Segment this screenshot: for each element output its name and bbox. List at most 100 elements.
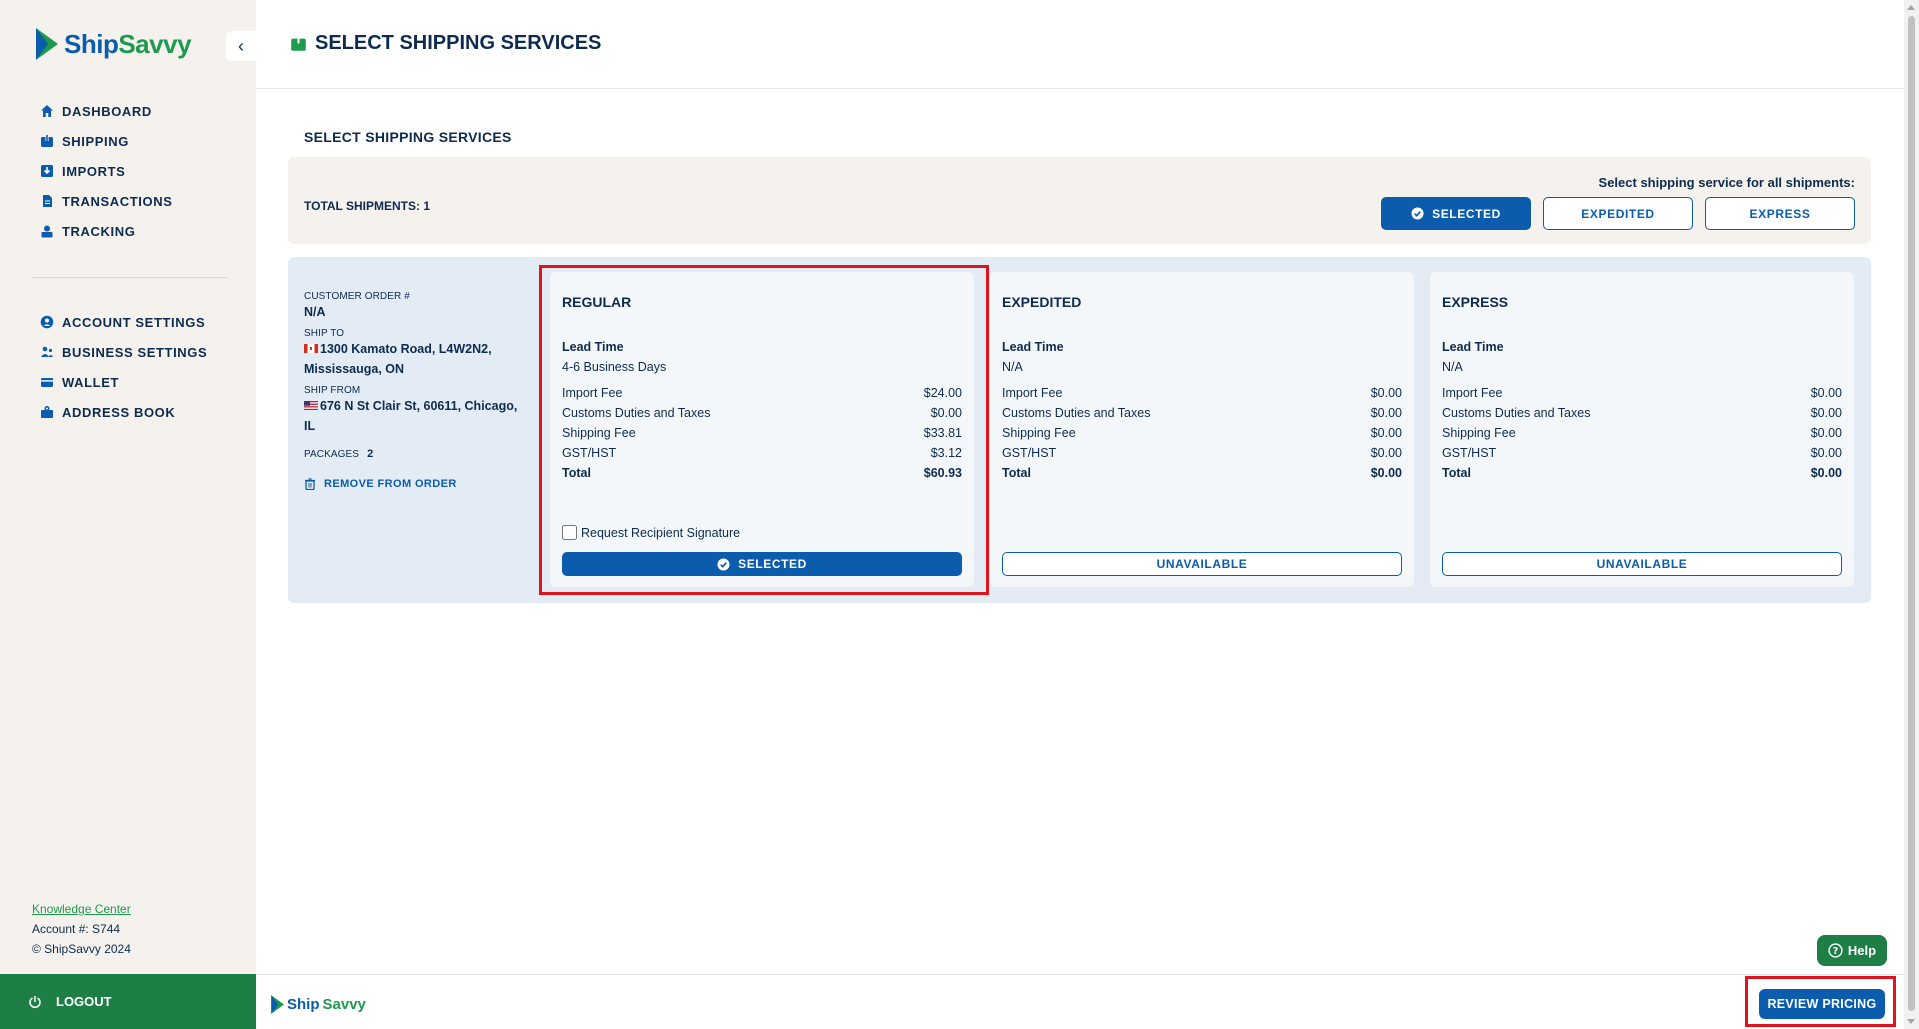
nav-label: ACCOUNT SETTINGS	[62, 314, 206, 330]
logout-button[interactable]: LOGOUT	[0, 974, 256, 1029]
fee-row: GST/HST $0.00	[1002, 446, 1402, 460]
nav-label: TRANSACTIONS	[62, 193, 173, 209]
select-all-express-button[interactable]: EXPRESS	[1705, 197, 1855, 230]
logo-mark-icon	[271, 995, 284, 1014]
logo-text: ShipSavvy	[64, 28, 192, 59]
expedited-unavailable-button[interactable]: UNAVAILABLE	[1002, 552, 1402, 576]
package-icon	[40, 134, 54, 148]
scrollbar[interactable]	[1904, 0, 1919, 1029]
nav-item-tracking[interactable]: TRACKING	[40, 216, 172, 246]
ship-to-label: SHIP TO	[304, 328, 345, 339]
nav-item-dashboard[interactable]: DASHBOARD	[40, 96, 172, 126]
nav-divider	[32, 277, 227, 278]
nav-label: IMPORTS	[62, 163, 126, 179]
nav-label: DASHBOARD	[62, 103, 152, 119]
nav-label: TRACKING	[62, 223, 136, 239]
copyright: © ShipSavvy 2024	[32, 942, 131, 956]
users-icon	[40, 345, 54, 359]
fee-total-row: Total $0.00	[1002, 466, 1402, 480]
packages-value: 2	[367, 448, 374, 460]
express-unavailable-button[interactable]: UNAVAILABLE	[1442, 552, 1842, 576]
select-all-expedited-button[interactable]: EXPEDITED	[1543, 197, 1693, 230]
service-name: EXPEDITED	[1002, 294, 1082, 310]
help-button[interactable]: ? Help	[1817, 935, 1887, 966]
scroll-down-arrow-icon[interactable]	[1907, 1019, 1915, 1024]
nav-item-account-settings[interactable]: ACCOUNT SETTINGS	[40, 307, 207, 337]
fee-row: Import Fee $0.00	[1442, 386, 1842, 400]
nav-label: SHIPPING	[62, 133, 129, 149]
nav-item-address-book[interactable]: ADDRESS BOOK	[40, 397, 207, 427]
sidebar: ShipSavvy ‹ DASHBOARD SHIPPING IMPORTS T…	[0, 0, 256, 1029]
order-info: CUSTOMER ORDER # N/A SHIP TO 1300 Kamato…	[304, 285, 526, 490]
nav-item-wallet[interactable]: WALLET	[40, 367, 207, 397]
nav-item-imports[interactable]: IMPORTS	[40, 156, 172, 186]
trash-icon	[305, 478, 315, 490]
shipsavvy-logo[interactable]: ShipSavvy	[34, 28, 192, 60]
lead-time-value: N/A	[1002, 360, 1023, 374]
lead-time-label: Lead Time	[562, 340, 624, 354]
collapse-sidebar-button[interactable]: ‹	[226, 31, 256, 61]
recipient-signature-checkbox[interactable]	[562, 525, 577, 540]
section-title: SELECT SHIPPING SERVICES	[304, 129, 512, 145]
nav-label: BUSINESS SETTINGS	[62, 344, 208, 360]
fee-total-row: Total $60.93	[562, 466, 962, 480]
logout-icon	[29, 995, 41, 1008]
page-header: SELECT SHIPPING SERVICES	[256, 0, 1904, 89]
fee-list: Import Fee $0.00 Customs Duties and Taxes…	[1442, 383, 1842, 483]
recipient-signature-option[interactable]: Request Recipient Signature	[562, 525, 740, 540]
nav-item-shipping[interactable]: SHIPPING	[40, 126, 172, 156]
button-label: EXPRESS	[1749, 206, 1811, 221]
tracking-icon	[40, 224, 54, 238]
nav-item-business-settings[interactable]: BUSINESS SETTINGS	[40, 337, 207, 367]
settings-nav: ACCOUNT SETTINGS BUSINESS SETTINGS WALLE…	[40, 307, 207, 427]
customer-order-value: N/A	[304, 305, 326, 319]
lead-time-value: N/A	[1442, 360, 1463, 374]
fee-list: Import Fee $24.00 Customs Duties and Taxe…	[562, 383, 962, 483]
select-all-buttons: SELECTED EXPEDITED EXPRESS	[1381, 197, 1855, 230]
us-flag-icon	[304, 401, 318, 410]
button-label: UNAVAILABLE	[1596, 557, 1688, 571]
home-icon	[40, 104, 54, 118]
select-all-selected-button[interactable]: SELECTED	[1381, 197, 1531, 230]
lead-time-label: Lead Time	[1442, 340, 1504, 354]
chevron-left-icon: ‹	[238, 35, 244, 56]
remove-from-order-button[interactable]: REMOVE FROM ORDER	[304, 478, 526, 490]
page-title-text: SELECT SHIPPING SERVICES	[315, 32, 602, 54]
ship-to-value: 1300 Kamato Road, L4W2N2, Mississauga, O…	[304, 342, 492, 376]
svg-text:?: ?	[1833, 946, 1839, 957]
service-name: EXPRESS	[1442, 294, 1509, 310]
document-icon	[40, 194, 54, 208]
shipment-panel: CUSTOMER ORDER # N/A SHIP TO 1300 Kamato…	[288, 257, 1871, 603]
check-circle-icon	[1411, 207, 1424, 220]
fee-row: Customs Duties and Taxes $0.00	[1442, 406, 1842, 420]
service-card-regular[interactable]: REGULAR Lead Time 4-6 Business Days Impo…	[550, 272, 974, 587]
ship-from-label: SHIP FROM	[304, 385, 361, 396]
fee-row: Shipping Fee $0.00	[1442, 426, 1842, 440]
wallet-icon	[40, 375, 54, 389]
fee-row: Import Fee $0.00	[1002, 386, 1402, 400]
knowledge-center-link[interactable]: Knowledge Center	[32, 902, 131, 916]
total-shipments-label: TOTAL SHIPMENTS: 1	[304, 199, 431, 213]
service-name: REGULAR	[562, 294, 632, 310]
canada-flag-icon	[304, 344, 318, 353]
review-pricing-button[interactable]: REVIEW PRICING	[1759, 989, 1885, 1019]
help-label: Help	[1847, 943, 1877, 958]
review-pricing-label: REVIEW PRICING	[1767, 997, 1877, 1011]
nav-label: ADDRESS BOOK	[62, 404, 176, 420]
page-title: SELECT SHIPPING SERVICES	[290, 32, 601, 55]
fee-row: Shipping Fee $0.00	[1002, 426, 1402, 440]
sidebar-footer: Knowledge Center Account #: S744 © ShipS…	[32, 899, 131, 959]
scroll-up-arrow-icon[interactable]	[1907, 5, 1915, 10]
regular-selected-button[interactable]: SELECTED	[562, 552, 962, 576]
select-all-label: Select shipping service for all shipment…	[1598, 175, 1855, 190]
scroll-thumb[interactable]	[1908, 16, 1915, 1011]
nav-item-transactions[interactable]: TRANSACTIONS	[40, 186, 172, 216]
user-circle-icon	[40, 315, 54, 329]
service-card-express[interactable]: EXPRESS Lead Time N/A Import Fee $0.00 Cu…	[1430, 272, 1854, 587]
button-label: SELECTED	[1432, 206, 1501, 221]
check-circle-icon	[717, 557, 730, 571]
recipient-signature-label: Request Recipient Signature	[581, 525, 741, 540]
fee-row: GST/HST $0.00	[1442, 446, 1842, 460]
fee-row: Import Fee $24.00	[562, 386, 962, 400]
service-card-expedited[interactable]: EXPEDITED Lead Time N/A Import Fee $0.00 …	[990, 272, 1414, 587]
